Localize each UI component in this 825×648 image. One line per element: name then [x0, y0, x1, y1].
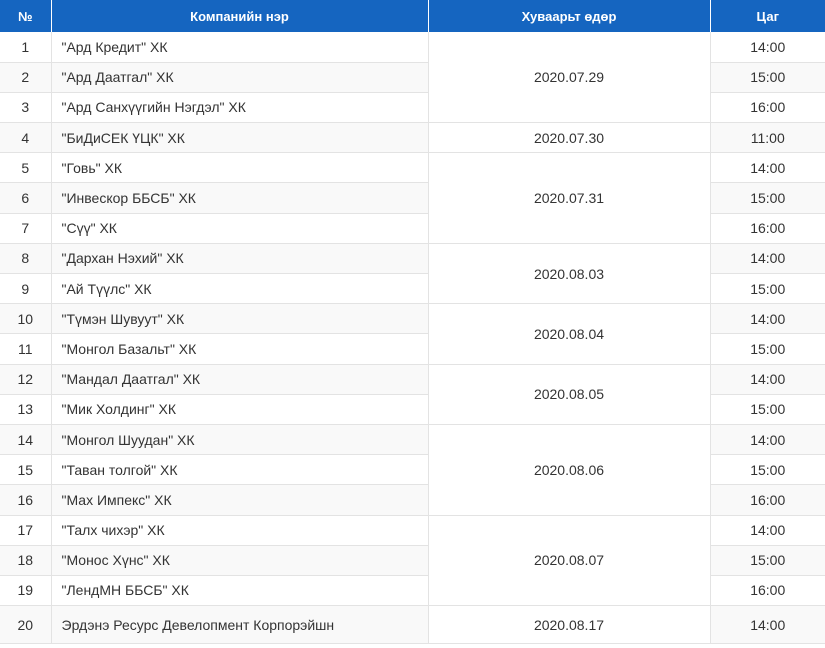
- meeting-time: 14:00: [710, 152, 825, 184]
- table-row: 8 "Дархан Нэхий" ХК 2020.08.03 14:00: [0, 243, 825, 305]
- meeting-time: 14:00: [710, 364, 825, 395]
- table-row: 14 "Монгол Шуудан" ХК 2020.08.06 14:00: [0, 424, 825, 516]
- schedule-table: № Компанийн нэр Хуваарьт өдөр Цаг 1 "Ард …: [0, 0, 825, 645]
- scheduled-date: 2020.08.05: [428, 364, 711, 425]
- row-number: 14: [0, 424, 52, 456]
- row-number: 17: [0, 515, 52, 546]
- table-row: 4 "БиДиСЕК ҮЦК" ХК 2020.07.30 11:00: [0, 122, 825, 154]
- table-header-row: № Компанийн нэр Хуваарьт өдөр Цаг: [0, 0, 825, 32]
- row-number: 5: [0, 152, 52, 184]
- meeting-time: 15:00: [710, 545, 825, 576]
- meeting-time: 16:00: [710, 213, 825, 244]
- row-number: 8: [0, 243, 52, 275]
- meeting-time: 11:00: [710, 122, 825, 154]
- company-name: "Таван толгой" ХК: [51, 454, 429, 486]
- company-name: "Ард Кредит" ХК: [51, 32, 429, 63]
- meeting-time: 15:00: [710, 273, 825, 305]
- company-name: "Ард Санхүүгийн Нэгдэл" ХК: [51, 92, 429, 124]
- meeting-time: 14:00: [710, 515, 825, 546]
- company-name: "Ай Түүлс" ХК: [51, 273, 429, 305]
- company-name: "Мандал Даатгал" ХК: [51, 364, 429, 395]
- company-name: "Түмэн Шувуут" ХК: [51, 303, 429, 335]
- scheduled-date: 2020.07.31: [428, 152, 711, 244]
- row-number: 9: [0, 273, 52, 305]
- row-number: 11: [0, 333, 52, 365]
- row-number: 6: [0, 182, 52, 214]
- company-name: "Мик Холдинг" ХК: [51, 394, 429, 425]
- row-number: 10: [0, 303, 52, 335]
- company-name: "Сүү" ХК: [51, 213, 429, 244]
- row-number: 7: [0, 213, 52, 244]
- row-number: 20: [0, 605, 52, 645]
- row-number: 15: [0, 454, 52, 486]
- meeting-time: 16:00: [710, 92, 825, 124]
- company-name: "Говь" ХК: [51, 152, 429, 184]
- company-name: Эрдэнэ Ресурс Девелопмент Корпорэйшн: [51, 605, 429, 645]
- company-name: "БиДиСЕК ҮЦК" ХК: [51, 122, 429, 154]
- table-body: 1 "Ард Кредит" ХК 2020.07.29 14:00 2 "Ард Даа…: [0, 32, 825, 645]
- header-number: №: [0, 0, 52, 32]
- meeting-time: 16:00: [710, 484, 825, 516]
- row-number: 13: [0, 394, 52, 425]
- company-name: "Монгол Базальт" ХК: [51, 333, 429, 365]
- meeting-time: 15:00: [710, 333, 825, 365]
- table-row: 17 "Талх чихэр" ХК 2020.08.07 14:00: [0, 515, 825, 607]
- table-row: 5 "Говь" ХК 2020.07.31 14:00: [0, 152, 825, 244]
- row-number: 3: [0, 92, 52, 124]
- header-company-name: Компанийн нэр: [51, 0, 429, 32]
- company-name: "ЛендМН ББСБ" ХК: [51, 575, 429, 607]
- meeting-time: 15:00: [710, 62, 825, 93]
- row-number: 2: [0, 62, 52, 93]
- company-name: "Монос Хүнс" ХК: [51, 545, 429, 576]
- meeting-time: 14:00: [710, 32, 825, 63]
- meeting-time: 14:00: [710, 303, 825, 335]
- company-name: "Мах Импекс" ХК: [51, 484, 429, 516]
- row-number: 19: [0, 575, 52, 607]
- company-name: "Ард Даатгал" ХК: [51, 62, 429, 93]
- meeting-time: 14:00: [710, 424, 825, 456]
- meeting-time: 16:00: [710, 575, 825, 607]
- table-row: 10 "Түмэн Шувуут" ХК 2020.08.04 14:00: [0, 303, 825, 365]
- meeting-time: 15:00: [710, 394, 825, 425]
- scheduled-date: 2020.08.07: [428, 515, 711, 607]
- scheduled-date: 2020.08.06: [428, 424, 711, 516]
- company-name: "Инвескор ББСБ" ХК: [51, 182, 429, 214]
- company-name: "Дархан Нэхий" ХК: [51, 243, 429, 275]
- row-number: 1: [0, 32, 52, 63]
- meeting-time: 15:00: [710, 182, 825, 214]
- scheduled-date: 2020.08.17: [428, 605, 711, 645]
- company-name: "Монгол Шуудан" ХК: [51, 424, 429, 456]
- header-time: Цаг: [756, 8, 780, 24]
- header-scheduled-date: Хуваарьт өдөр: [428, 0, 711, 32]
- company-name: "Талх чихэр" ХК: [51, 515, 429, 546]
- scheduled-date: 2020.07.29: [428, 32, 711, 124]
- meeting-time: 14:00: [710, 605, 825, 645]
- meeting-time: 14:00: [710, 243, 825, 275]
- row-number: 18: [0, 545, 52, 576]
- table-row: 12 "Мандал Даатгал" ХК 2020.08.05 14:00: [0, 364, 825, 425]
- row-number: 16: [0, 484, 52, 516]
- scheduled-date: 2020.07.30: [428, 122, 711, 154]
- scheduled-date: 2020.08.04: [428, 303, 711, 365]
- meeting-time: 15:00: [710, 454, 825, 486]
- table-row: 1 "Ард Кредит" ХК 2020.07.29 14:00: [0, 32, 825, 124]
- scheduled-date: 2020.08.03: [428, 243, 711, 305]
- row-number: 4: [0, 122, 52, 154]
- table-row: 20 Эрдэнэ Ресурс Девелопмент Корпорэйшн 20…: [0, 605, 825, 645]
- row-number: 12: [0, 364, 52, 395]
